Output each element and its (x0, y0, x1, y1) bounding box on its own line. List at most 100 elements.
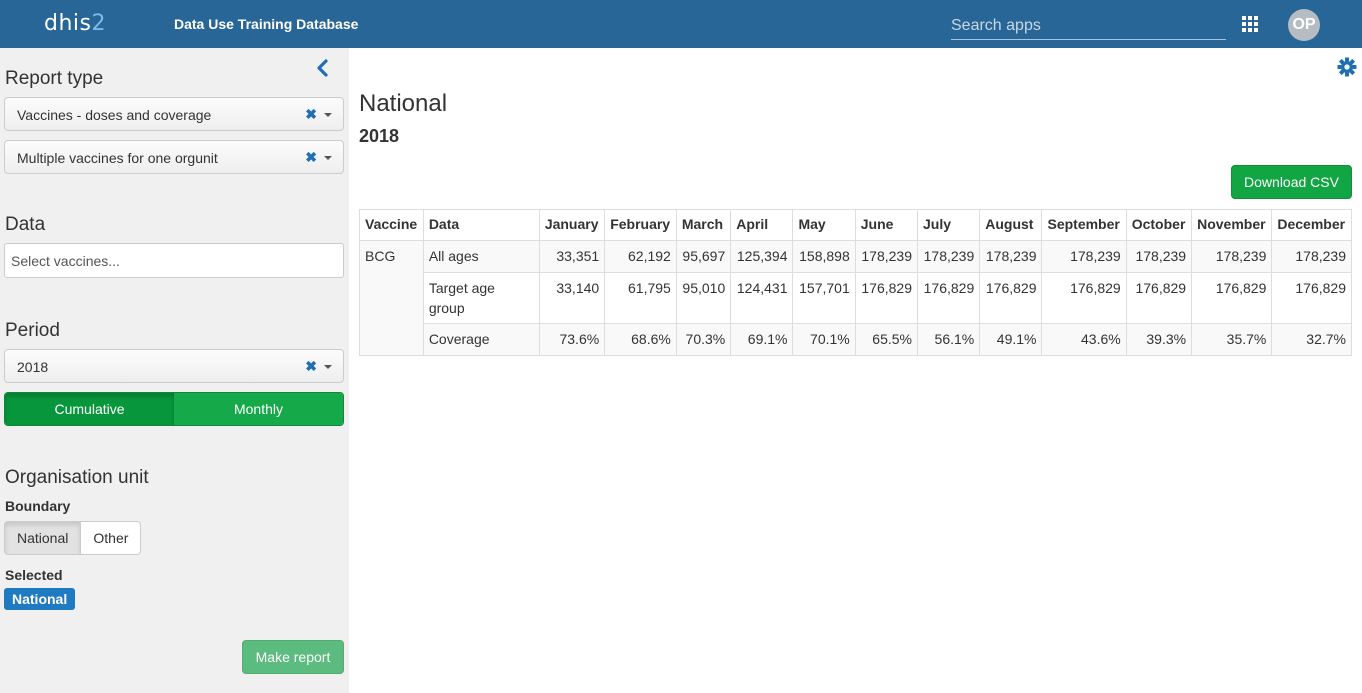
boundary-button-group: National Other (4, 521, 142, 555)
report-table: Vaccine Data January February March Apri… (359, 209, 1352, 356)
table-cell: 33,351 (538, 240, 606, 273)
period-title: Period (5, 320, 60, 341)
table-cell: 157,701 (792, 272, 856, 324)
table-cell: 178,239 (1125, 240, 1193, 273)
make-report-button[interactable]: Make report (242, 640, 344, 674)
page-title: National (359, 90, 448, 117)
boundary-other-button[interactable]: Other (81, 521, 142, 555)
report-type-title: Report type (5, 68, 104, 89)
chevron-down-icon[interactable] (324, 113, 332, 117)
vaccine-cell: BCG (359, 240, 424, 356)
table-cell: 178,239 (854, 240, 918, 273)
monthly-button[interactable]: Monthly (174, 393, 343, 425)
table-cell: 62,192 (604, 240, 677, 273)
table-cell: 95,010 (675, 272, 732, 324)
table-cell: 176,829 (1125, 272, 1193, 324)
column-header: December (1271, 209, 1352, 241)
download-csv-button[interactable]: Download CSV (1231, 165, 1352, 199)
column-header: March (675, 209, 732, 241)
vaccines-input[interactable] (4, 243, 344, 278)
table-cell: 176,829 (916, 272, 981, 324)
table-cell: 73.6% (538, 323, 606, 356)
table-cell: 178,239 (1271, 240, 1352, 273)
table-cell: 49.1% (979, 323, 1043, 356)
table-cell: 176,829 (1271, 272, 1352, 324)
table-cell: 61,795 (604, 272, 677, 324)
table-cell: 178,239 (1191, 240, 1273, 273)
table-cell: 176,829 (979, 272, 1043, 324)
table-cell: 33,140 (538, 272, 606, 324)
report-subtype-value: Multiple vaccines for one orgunit (17, 150, 218, 166)
clear-icon[interactable]: ✖ (305, 149, 317, 166)
chevron-down-icon[interactable] (324, 156, 332, 160)
column-header: July (916, 209, 981, 241)
table-cell: 125,394 (730, 240, 794, 273)
table-header-row: Vaccine Data January February March Apri… (359, 209, 1352, 241)
table-cell: 176,829 (854, 272, 918, 324)
column-header: February (604, 209, 677, 241)
column-header: May (792, 209, 856, 241)
orgunit-title: Organisation unit (5, 467, 149, 488)
logo-text: dhis (44, 11, 92, 36)
period-value: 2018 (17, 359, 49, 375)
table-cell: 178,239 (979, 240, 1043, 273)
table-cell: 95,697 (675, 240, 732, 273)
table-cell: 69.1% (730, 323, 794, 356)
app-title: Data Use Training Database (174, 16, 359, 32)
report-subtype-select[interactable]: Multiple vaccines for one orgunit ✖ (4, 140, 344, 174)
period-mode-toggle: Cumulative Monthly (4, 392, 344, 426)
logo-number: 2 (91, 11, 106, 36)
table-cell: 124,431 (730, 272, 794, 324)
row-label: Coverage (422, 323, 540, 356)
boundary-label: Boundary (5, 498, 71, 514)
row-label: Target age group (422, 272, 540, 324)
data-title: Data (5, 214, 46, 235)
page-subtitle: 2018 (359, 126, 400, 146)
table-cell: 176,829 (1191, 272, 1273, 324)
selected-orgunit-badge[interactable]: National (4, 588, 76, 610)
table-row: BCG All ages 33,351 62,192 95,697 125,39… (359, 240, 1352, 356)
table-cell: 65.5% (854, 323, 918, 356)
table-cell: 70.3% (675, 323, 732, 356)
selected-label: Selected (5, 567, 63, 583)
column-header: October (1125, 209, 1193, 241)
period-select[interactable]: 2018 ✖ (4, 349, 344, 383)
column-header: Vaccine (359, 209, 424, 241)
table-cell: 178,239 (916, 240, 981, 273)
table-cell: 43.6% (1041, 323, 1127, 356)
chevron-down-icon[interactable] (324, 365, 332, 369)
cumulative-button[interactable]: Cumulative (5, 393, 174, 425)
column-header: November (1191, 209, 1273, 241)
column-header: August (979, 209, 1043, 241)
table-cell: 68.6% (604, 323, 677, 356)
table-cell: 32.7% (1271, 323, 1352, 356)
report-type-value: Vaccines - doses and coverage (17, 107, 212, 123)
column-header: January (538, 209, 606, 241)
column-header: Data (422, 209, 540, 241)
search-apps-input[interactable] (951, 12, 1226, 40)
gear-icon[interactable] (1337, 57, 1357, 77)
user-avatar[interactable]: OP (1288, 9, 1320, 41)
column-header: April (730, 209, 794, 241)
table-cell: 39.3% (1125, 323, 1193, 356)
dhis2-logo[interactable]: dhis2 (44, 11, 106, 36)
table-cell: 176,829 (1041, 272, 1127, 324)
sidebar: Report type Vaccines - doses and coverag… (0, 48, 349, 693)
table-cell: 35.7% (1191, 323, 1273, 356)
row-label: All ages (422, 240, 540, 273)
report-type-select[interactable]: Vaccines - doses and coverage ✖ (4, 97, 344, 131)
boundary-national-button[interactable]: National (4, 521, 82, 555)
top-header: dhis2 Data Use Training Database OP (0, 0, 1362, 48)
column-header: September (1041, 209, 1127, 241)
clear-icon[interactable]: ✖ (305, 358, 317, 375)
apps-grid-icon[interactable] (1242, 16, 1258, 32)
table-cell: 178,239 (1041, 240, 1127, 273)
table-cell: 70.1% (792, 323, 856, 356)
column-header: June (854, 209, 918, 241)
table-cell: 158,898 (792, 240, 856, 273)
table-cell: 56.1% (916, 323, 981, 356)
clear-icon[interactable]: ✖ (305, 106, 317, 123)
collapse-sidebar-icon[interactable] (314, 58, 332, 78)
table-row: Target age group 33,140 61,795 95,010 12… (360, 272, 1352, 324)
table-row: Coverage 73.6% 68.6% 70.3% 69.1% 70.1% 6… (360, 323, 1352, 356)
